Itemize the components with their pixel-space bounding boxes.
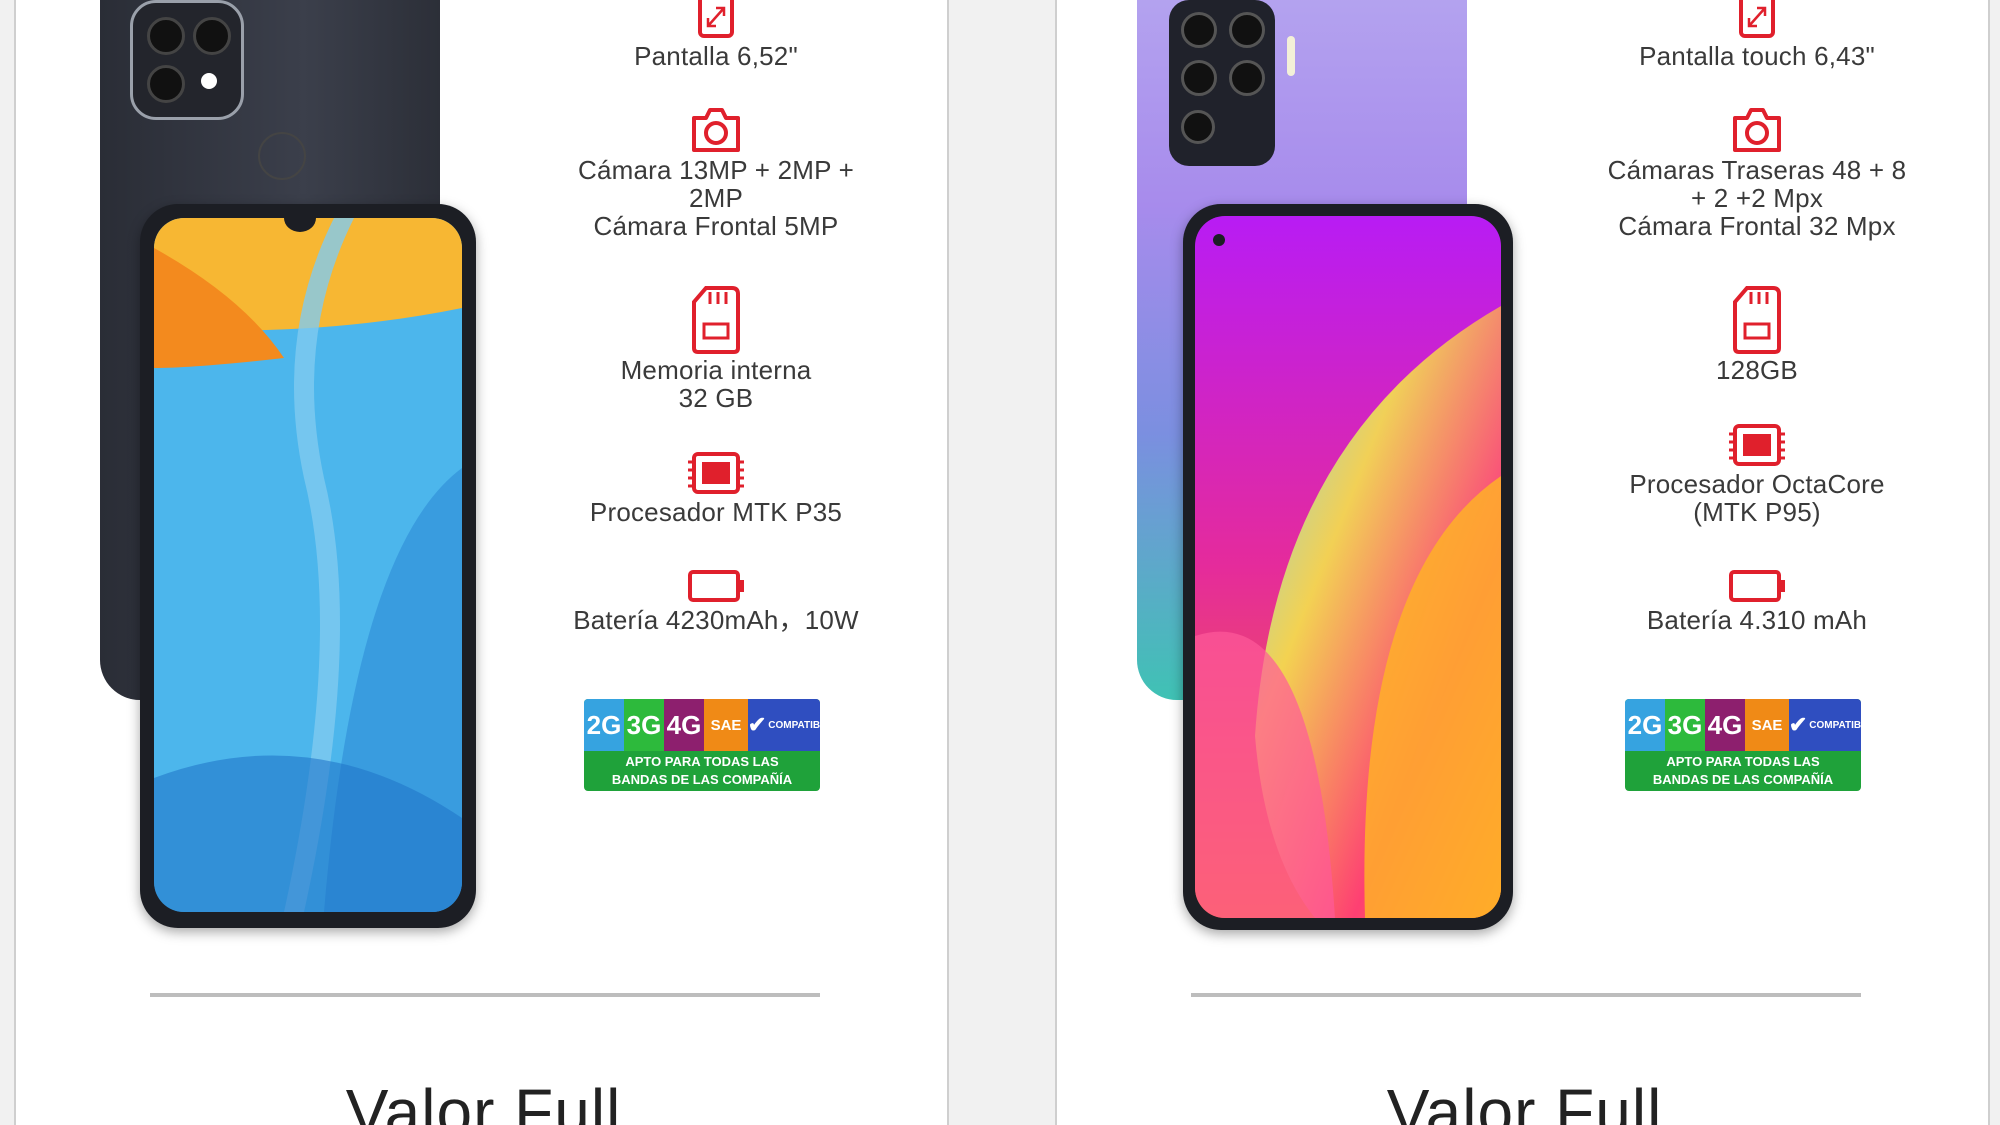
- phone-screen: [1195, 216, 1501, 918]
- spec-text: Batería 4.310 mAh: [1646, 605, 1868, 635]
- badge-caption: APTO PARA TODAS LAS BANDAS DE LAS COMPAÑ…: [1652, 754, 1834, 787]
- price-label: Valor Full: [1386, 1076, 1663, 1125]
- screen-resize-icon: [698, 0, 734, 38]
- spec-screen: Pantalla 6,52": [526, 0, 906, 70]
- spec-text: Memoria interna 32 GB: [620, 355, 812, 413]
- spec-text: Cámaras Traseras 48 + 8 + 2 +2 Mpx Cámar…: [1607, 155, 1907, 241]
- badge-sae: SAE: [704, 699, 748, 751]
- spec-processor: Procesador MTK P35: [526, 448, 906, 526]
- spec-text: Pantalla 6,52": [634, 41, 798, 71]
- spec-text: Pantalla touch 6,43": [1639, 41, 1875, 71]
- network-compatibility-badge: 2G 3G 4G SAE ✔ COMPATIB APTO PARA TODAS …: [584, 699, 820, 791]
- memory-card-icon: [692, 286, 740, 354]
- battery-icon: [1729, 570, 1785, 602]
- screen-resize-icon: [1739, 0, 1775, 38]
- spec-camera: Cámara 13MP + 2MP + 2MP Cámara Frontal 5…: [526, 104, 906, 240]
- camera-icon: [692, 108, 740, 152]
- badge-caption: APTO PARA TODAS LAS BANDAS DE LAS COMPAÑ…: [611, 754, 793, 787]
- spec-camera: Cámaras Traseras 48 + 8 + 2 +2 Mpx Cámar…: [1567, 104, 1947, 240]
- badge-2g: 2G: [1625, 699, 1665, 751]
- badge-4g: 4G: [664, 699, 704, 751]
- divider: [150, 993, 820, 997]
- product-card-1[interactable]: Pantalla 6,52" Cámara 13MP + 2MP + 2MP C…: [14, 0, 949, 1125]
- processor-chip-icon: [1729, 424, 1785, 466]
- badge-3g: 3G: [1665, 699, 1705, 751]
- product-card-2[interactable]: Pantalla touch 6,43" Cámaras Traseras 48…: [1055, 0, 1990, 1125]
- battery-icon: [688, 570, 744, 602]
- camera-module: [1169, 0, 1275, 166]
- phone-image-2[interactable]: [1057, 0, 1577, 940]
- divider: [1191, 993, 1861, 997]
- phone-image-1[interactable]: [16, 0, 536, 940]
- phone-front: [1183, 204, 1513, 930]
- spec-battery: Batería 4.310 mAh: [1567, 566, 1947, 634]
- spec-memory: 128GB: [1567, 284, 1947, 384]
- spec-screen: Pantalla touch 6,43": [1567, 0, 1947, 70]
- spec-text: Procesador OctaCore (MTK P95): [1629, 469, 1885, 527]
- spec-text: Cámara 13MP + 2MP + 2MP Cámara Frontal 5…: [578, 155, 854, 241]
- badge-compatible: ✔ COMPATIB: [1789, 699, 1861, 751]
- phone-front: [140, 204, 476, 928]
- badge-sae: SAE: [1745, 699, 1789, 751]
- memory-card-icon: [1733, 286, 1781, 354]
- camera-icon: [1733, 108, 1781, 152]
- processor-chip-icon: [688, 452, 744, 494]
- fingerprint-sensor: [258, 132, 306, 180]
- spec-battery: Batería 4230mAh，10W: [526, 566, 906, 634]
- badge-compatible: ✔ COMPATIB: [748, 699, 820, 751]
- spec-memory: Memoria interna 32 GB: [526, 284, 906, 412]
- spec-processor: Procesador OctaCore (MTK P95): [1567, 420, 1947, 526]
- price-label: Valor Full: [345, 1076, 622, 1125]
- check-icon: ✔: [747, 712, 767, 737]
- camera-module: [130, 0, 244, 120]
- spec-text: Batería 4230mAh，10W: [573, 605, 859, 635]
- badge-2g: 2G: [584, 699, 624, 751]
- check-icon: ✔: [1788, 712, 1808, 737]
- spec-text: 128GB: [1716, 355, 1798, 385]
- network-compatibility-badge: 2G 3G 4G SAE ✔ COMPATIB APTO PARA TODAS …: [1625, 699, 1861, 791]
- badge-4g: 4G: [1705, 699, 1745, 751]
- badge-3g: 3G: [624, 699, 664, 751]
- spec-text: Procesador MTK P35: [589, 497, 843, 527]
- phone-screen: [154, 218, 462, 912]
